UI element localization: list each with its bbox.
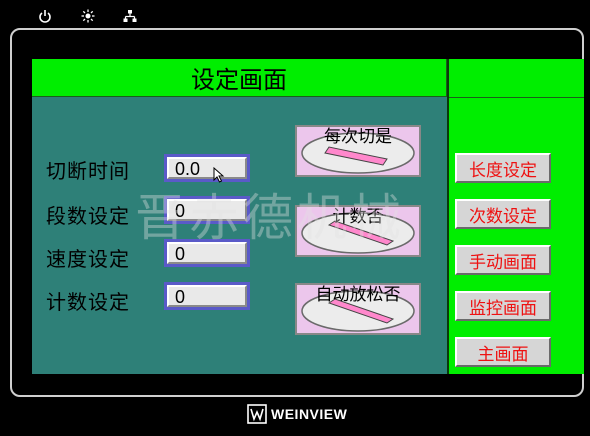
status-icon-bar [0,9,590,23]
power-icon [39,10,51,23]
cut-time-value: 0.0 [167,157,247,179]
count-setting-label: 计数设定 [46,290,130,314]
speed-setting-input[interactable]: 0 [164,239,250,267]
side-nav-header [449,59,584,98]
cut-time-label: 切断时间 [46,159,130,183]
toggle-count[interactable]: 计数否 [295,205,421,257]
toggle-auto-release-label: 自动放松否 [315,285,401,305]
brand-name: WEINVIEW [271,406,348,422]
toggle-count-label: 计数否 [332,207,384,227]
segment-count-value: 0 [167,199,247,221]
nav-length-settings-button[interactable]: 长度设定 [455,153,551,183]
mouse-cursor-icon [213,167,225,183]
toggle-cut-each[interactable]: 每次切是 [295,125,421,177]
network-icon [123,10,137,22]
brightness-icon [81,9,95,23]
weinview-logo-icon [247,404,267,424]
speed-setting-value: 0 [167,242,247,264]
speed-setting-label: 速度设定 [46,247,130,271]
segment-count-label: 段数设定 [46,204,130,228]
brand-logo: WEINVIEW [247,403,347,425]
nav-main-screen-button[interactable]: 主画面 [455,337,551,367]
nav-monitor-screen-button[interactable]: 监控画面 [455,291,551,321]
segment-count-input[interactable]: 0 [164,196,250,224]
toggle-auto-release[interactable]: 自动放松否 [295,283,421,335]
page-title: 设定画面 [191,66,287,94]
nav-count-settings-button[interactable]: 次数设定 [455,199,551,229]
count-setting-value: 0 [167,285,247,307]
toggle-cut-each-label: 每次切是 [324,127,392,147]
nav-manual-screen-button[interactable]: 手动画面 [455,245,551,275]
page-title-bar: 设定画面 [32,59,447,97]
count-setting-input[interactable]: 0 [164,282,250,310]
cut-time-input[interactable]: 0.0 [164,154,250,182]
